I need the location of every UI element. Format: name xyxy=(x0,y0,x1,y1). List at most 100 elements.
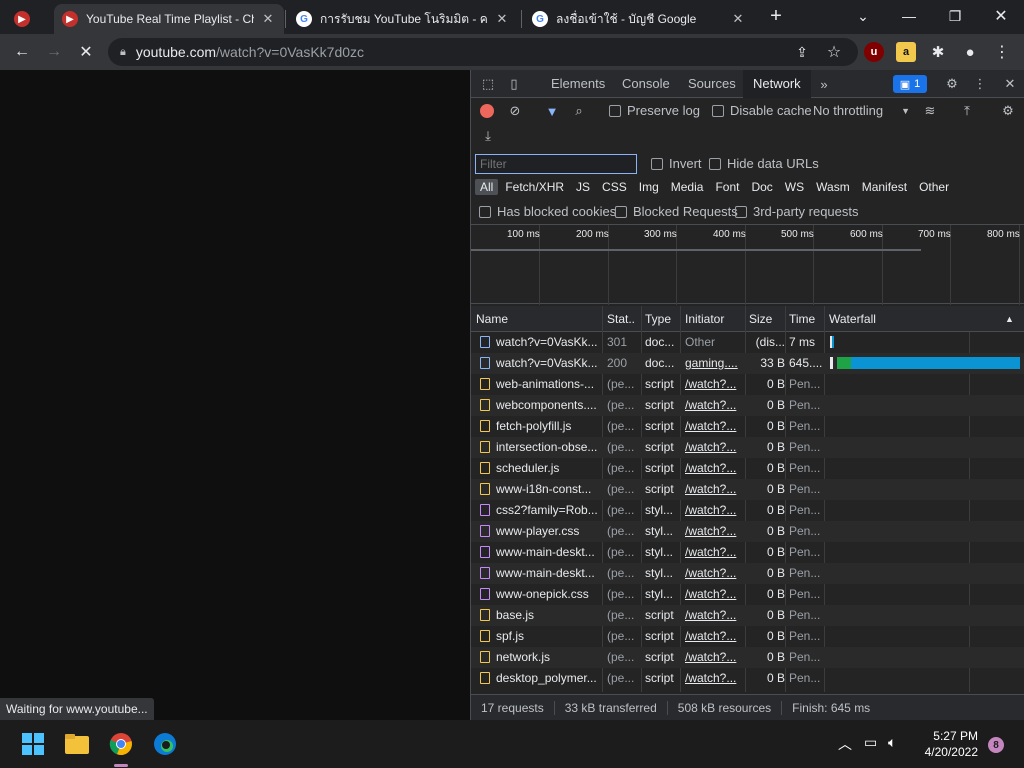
preserve-log-checkbox[interactable]: Preserve log xyxy=(609,103,700,118)
table-row[interactable]: www-player.css (pe... styl... /watch?... 0 B… xyxy=(471,521,1024,542)
table-row[interactable]: intersection-obse... (pe... script/watch?.… xyxy=(471,437,1024,458)
close-tab-icon[interactable]: ✕ xyxy=(494,11,510,27)
table-row[interactable]: scheduler.js (pe... script/watch?... 0 B Pen… xyxy=(471,458,1024,479)
devtools-menu-icon[interactable]: ⋮ xyxy=(971,75,989,93)
network-conditions-icon[interactable]: ≋ xyxy=(921,102,939,120)
blocked-requests-checkbox[interactable]: Blocked Requests xyxy=(615,204,738,219)
share-icon[interactable]: ⇪ xyxy=(788,38,816,66)
tab-google-signin[interactable]: G ลงชื่อเข้าใช้ - บัญชี Google ✕ xyxy=(524,4,754,34)
filter-input[interactable] xyxy=(475,154,637,174)
tab-youtube-help[interactable]: G การรับชม YouTube โนริมมิต - คอมพ์ ✕ xyxy=(288,4,518,34)
invert-checkbox[interactable]: Invert xyxy=(651,156,702,171)
bookmark-star-icon[interactable]: ☆ xyxy=(820,38,848,66)
checkbox-box[interactable] xyxy=(615,205,627,218)
close-tab-icon[interactable]: ✕ xyxy=(730,11,746,27)
column-header-time[interactable]: Time xyxy=(789,312,815,326)
request-initiator[interactable]: /watch?... xyxy=(685,671,743,685)
checkbox-box[interactable] xyxy=(651,157,663,170)
inspect-element-icon[interactable]: ⬚ xyxy=(479,75,497,93)
table-row[interactable]: base.js (pe... script/watch?... 0 B Pen... xyxy=(471,605,1024,626)
disable-cache-checkbox[interactable]: Disable cache xyxy=(712,103,812,118)
throttling-select[interactable]: No throttling ▼ xyxy=(813,103,910,118)
close-devtools-icon[interactable]: ✕ xyxy=(1001,75,1019,93)
checkbox-box[interactable] xyxy=(735,205,747,218)
blocked-cookies-checkbox[interactable]: Has blocked cookies xyxy=(479,204,616,219)
column-header-status[interactable]: Stat.. xyxy=(607,312,635,326)
tab-pinned[interactable]: ▶ xyxy=(6,4,50,34)
table-row[interactable]: www-i18n-const... (pe... script/watch?... 0… xyxy=(471,479,1024,500)
column-header-initiator[interactable]: Initiator xyxy=(685,312,724,326)
checkbox-box[interactable] xyxy=(709,157,721,170)
tab-search-button[interactable]: ⌄ xyxy=(840,0,886,32)
request-initiator[interactable]: /watch?... xyxy=(685,587,743,601)
notification-badge[interactable]: 8 xyxy=(988,737,1004,753)
more-tabs-icon[interactable]: » xyxy=(815,75,833,93)
table-row[interactable]: spf.js (pe... script/watch?... 0 B Pen... xyxy=(471,626,1024,647)
device-toolbar-icon[interactable]: ▯ xyxy=(505,75,523,93)
record-icon[interactable] xyxy=(480,104,494,118)
new-tab-button[interactable]: + xyxy=(762,2,790,30)
request-initiator[interactable]: /watch?... xyxy=(685,566,743,580)
table-row[interactable]: watch?v=0VasKk... 301 doc... Other (dis... 7 … xyxy=(471,332,1024,353)
column-header-name[interactable]: Name xyxy=(476,312,508,326)
request-initiator[interactable]: /watch?... xyxy=(685,482,743,496)
type-filter-img[interactable]: Img xyxy=(634,179,664,195)
table-row[interactable]: www-main-deskt... (pe... styl... /watch?...… xyxy=(471,542,1024,563)
search-icon[interactable]: ⌕ xyxy=(570,102,588,120)
tab-youtube-playlist[interactable]: ▶ YouTube Real Time Playlist - Chr ✕ xyxy=(54,4,284,34)
request-initiator[interactable]: /watch?... xyxy=(685,440,743,454)
filter-funnel-icon[interactable]: ▼ xyxy=(543,102,561,120)
forward-button[interactable]: → xyxy=(40,38,68,66)
request-initiator[interactable]: /watch?... xyxy=(685,461,743,475)
type-filter-manifest[interactable]: Manifest xyxy=(857,179,912,195)
checkbox-box[interactable] xyxy=(712,104,724,117)
address-bar[interactable]: 🔒︎ youtube.com/watch?v=0VasKk7d0zc xyxy=(108,38,858,66)
file-explorer-icon[interactable] xyxy=(62,729,92,759)
column-header-size[interactable]: Size xyxy=(749,312,772,326)
minimize-button[interactable]: — xyxy=(886,0,932,32)
table-row[interactable]: fetch-polyfill.js (pe... script/watch?... 0… xyxy=(471,416,1024,437)
table-row[interactable]: webcomponents.... (pe... script/watch?... 0… xyxy=(471,395,1024,416)
restore-button[interactable]: ❐ xyxy=(932,0,978,32)
volume-icon[interactable]: 🔈︎ xyxy=(888,734,896,751)
table-row[interactable]: web-animations-... (pe... script/watch?...… xyxy=(471,374,1024,395)
tab-network[interactable]: Network xyxy=(743,70,811,98)
type-filter-media[interactable]: Media xyxy=(666,179,709,195)
extensions-puzzle-icon[interactable]: ✱ xyxy=(924,38,952,66)
chrome-icon[interactable] xyxy=(106,729,136,759)
export-har-icon[interactable]: ⤓ xyxy=(479,127,497,145)
type-filter-css[interactable]: CSS xyxy=(597,179,632,195)
import-har-icon[interactable]: ⤒ xyxy=(958,102,976,120)
windows-start-icon[interactable] xyxy=(18,729,48,759)
request-initiator[interactable]: /watch?... xyxy=(685,377,743,391)
type-filter-fetch-xhr[interactable]: Fetch/XHR xyxy=(500,179,569,195)
hide-data-urls-checkbox[interactable]: Hide data URLs xyxy=(709,156,819,171)
back-button[interactable]: ← xyxy=(8,38,36,66)
close-tab-icon[interactable]: ✕ xyxy=(260,11,276,27)
request-initiator[interactable]: /watch?... xyxy=(685,419,743,433)
network-status-icon[interactable]: ▭ xyxy=(864,734,877,751)
edge-icon[interactable] xyxy=(150,729,180,759)
type-filter-wasm[interactable]: Wasm xyxy=(811,179,855,195)
stop-loading-button[interactable]: ✕ xyxy=(72,38,100,66)
clear-icon[interactable]: ⊘ xyxy=(506,102,524,120)
ublock-extension-icon[interactable]: u xyxy=(864,42,884,62)
request-initiator[interactable]: /watch?... xyxy=(685,629,743,643)
tab-console[interactable]: Console xyxy=(612,70,680,98)
request-initiator[interactable]: gaming.... xyxy=(685,356,743,370)
profile-avatar-icon[interactable]: ● xyxy=(956,38,984,66)
close-window-button[interactable]: ✕ xyxy=(978,0,1024,32)
network-settings-icon[interactable]: ⚙ xyxy=(999,102,1017,120)
tab-elements[interactable]: Elements xyxy=(541,70,615,98)
type-filter-doc[interactable]: Doc xyxy=(746,179,777,195)
column-header-type[interactable]: Type xyxy=(645,312,671,326)
request-initiator[interactable]: /watch?... xyxy=(685,503,743,517)
request-initiator[interactable]: /watch?... xyxy=(685,524,743,538)
network-overview[interactable]: 100 ms 200 ms 300 ms 400 ms 500 ms 600 m… xyxy=(471,224,1024,305)
type-filter-js[interactable]: JS xyxy=(571,179,595,195)
request-initiator[interactable]: /watch?... xyxy=(685,608,743,622)
table-row[interactable]: css2?family=Rob... (pe... styl... /watch?..… xyxy=(471,500,1024,521)
table-row[interactable]: desktop_polymer... (pe... script/watch?...… xyxy=(471,668,1024,689)
kebab-menu-icon[interactable]: ⋮ xyxy=(988,38,1016,66)
type-filter-font[interactable]: Font xyxy=(710,179,744,195)
